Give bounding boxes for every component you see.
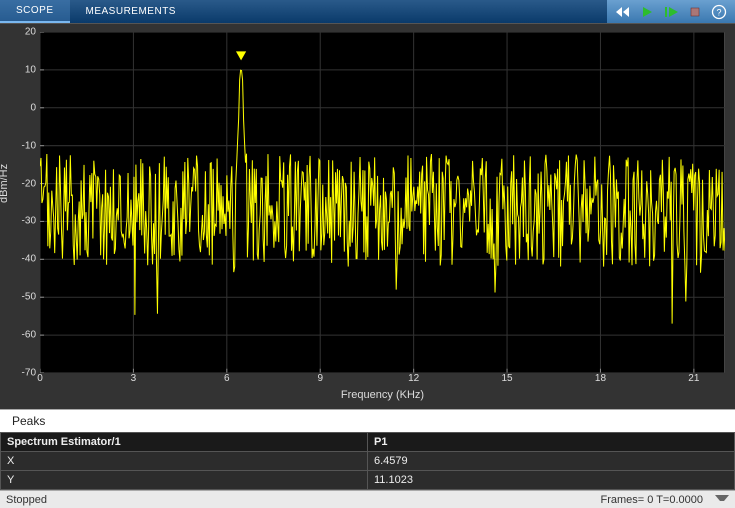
stop-button[interactable] <box>685 3 705 21</box>
step-button[interactable] <box>661 3 681 21</box>
status-left: Stopped <box>6 494 47 506</box>
spectrum-plot[interactable]: -70-60-50-40-30-20-1001020 <box>40 32 725 373</box>
peaks-header-source: Spectrum Estimator/1 <box>1 433 368 452</box>
status-bar: Stopped Frames= 0 T=0.0000 <box>0 490 735 508</box>
table-row: Y 11.1023 <box>1 471 735 490</box>
x-ticks: 036912151821 <box>40 373 725 387</box>
table-row: X 6.4579 <box>1 452 735 471</box>
peaks-title: Peaks <box>0 409 735 432</box>
dropdown-icon[interactable] <box>715 495 729 505</box>
peak-row-value: 11.1023 <box>368 471 735 490</box>
peaks-table: Spectrum Estimator/1 P1 X 6.4579 Y 11.10… <box>0 432 735 490</box>
tab-measurements[interactable]: MEASUREMENTS <box>70 0 192 23</box>
y-ticks: -70-60-50-40-30-20-1001020 <box>8 32 36 373</box>
peak-row-label: Y <box>1 471 368 490</box>
peak-row-value: 6.4579 <box>368 452 735 471</box>
svg-text:?: ? <box>716 7 721 17</box>
tab-scope[interactable]: SCOPE <box>0 0 70 23</box>
peak-row-label: X <box>1 452 368 471</box>
toolbar-right: ? <box>607 0 735 23</box>
chart-area: dBm/Hz -70-60-50-40-30-20-1001020 036912… <box>0 24 735 409</box>
help-button[interactable]: ? <box>709 3 729 21</box>
peaks-panel: Peaks Spectrum Estimator/1 P1 X 6.4579 Y… <box>0 409 735 490</box>
peaks-header-peak: P1 <box>368 433 735 452</box>
status-right-text: Frames= 0 T=0.0000 <box>600 494 703 506</box>
x-axis-label: Frequency (KHz) <box>40 387 725 405</box>
run-button[interactable] <box>637 3 657 21</box>
rewind-button[interactable] <box>613 3 633 21</box>
toolbar: SCOPE MEASUREMENTS ? <box>0 0 735 24</box>
